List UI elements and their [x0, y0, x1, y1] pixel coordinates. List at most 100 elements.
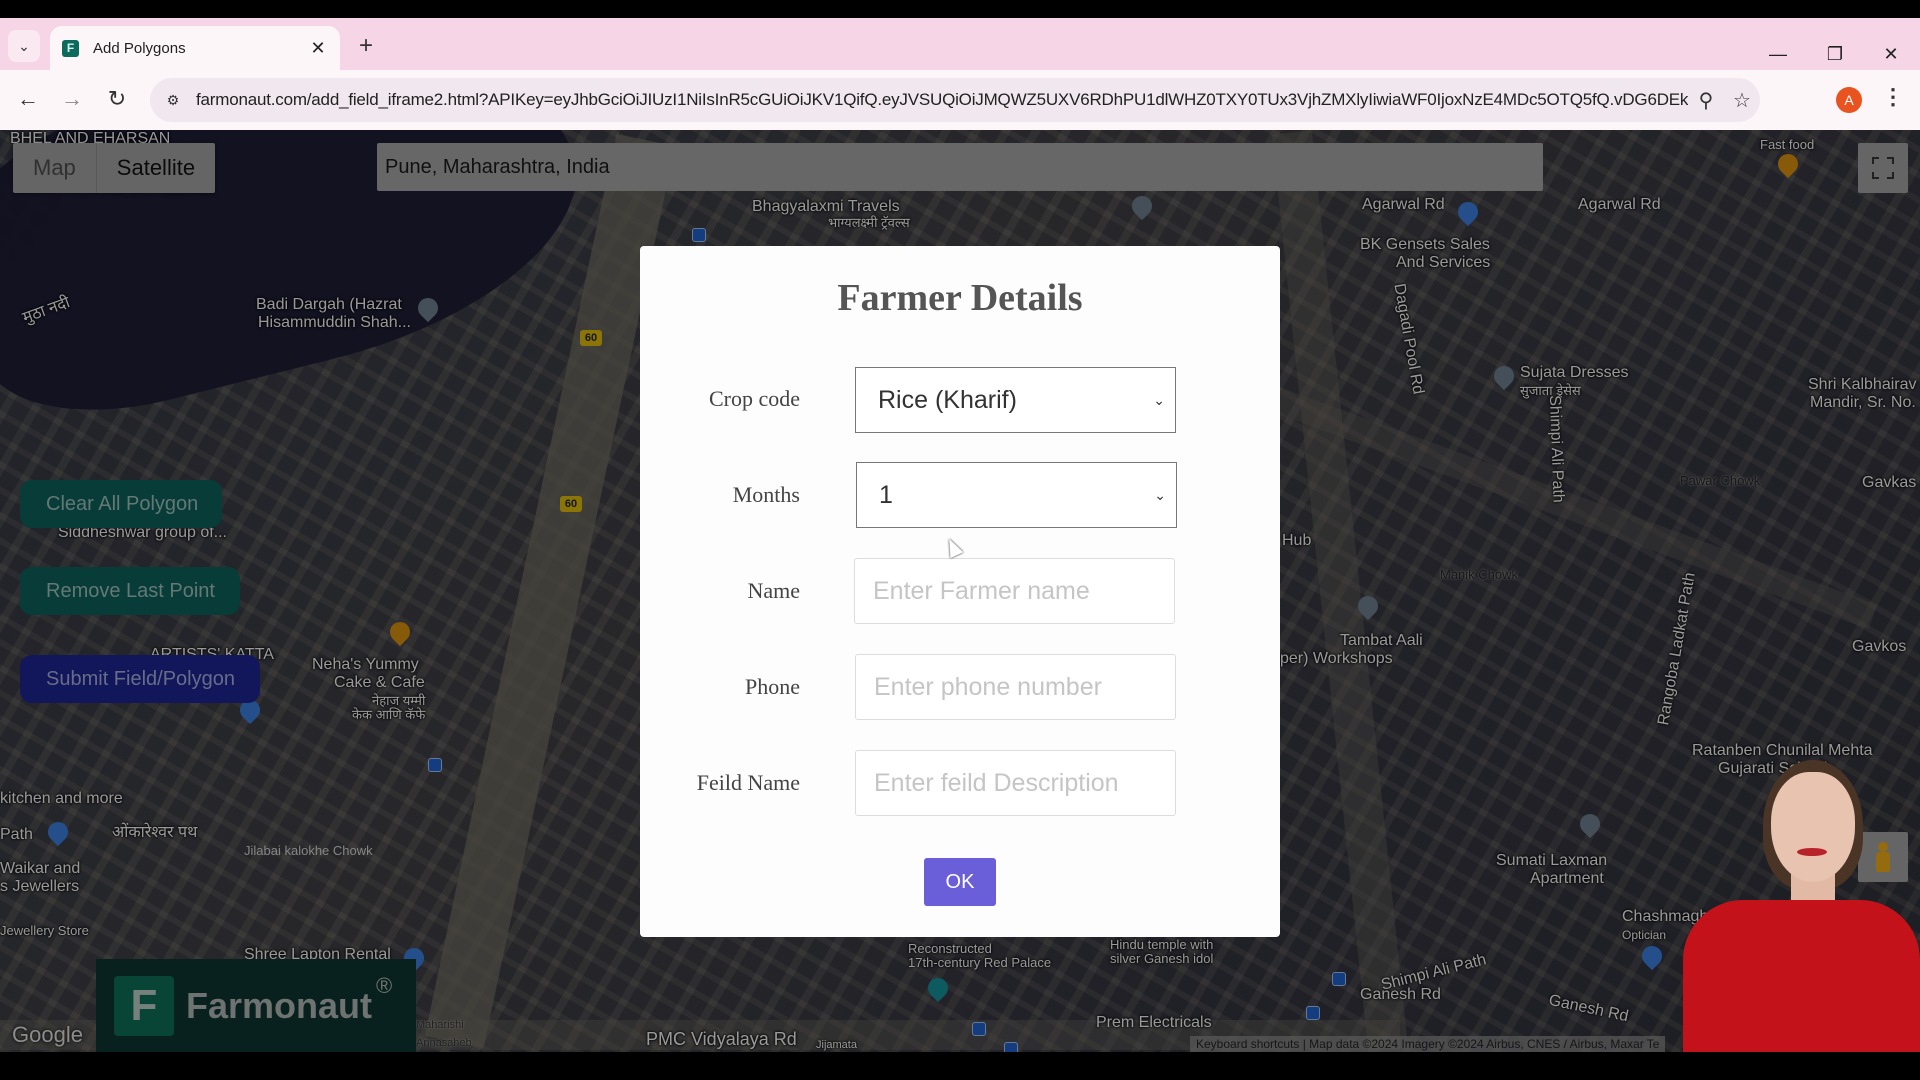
name-label: Name	[747, 578, 800, 603]
avatar[interactable]: A	[1836, 87, 1862, 113]
map-label: PMC Vidyalaya Rd	[646, 1029, 797, 1049]
map-label: Agarwal Rd	[1578, 196, 1661, 213]
bus-stop-icon[interactable]	[692, 228, 706, 242]
chevron-down-icon: ⌄	[1153, 392, 1165, 408]
star-icon[interactable]: ☆	[1724, 88, 1760, 113]
clear-all-polygon-button[interactable]: Clear All Polygon	[20, 480, 222, 528]
shopping-pin-icon[interactable]	[1453, 197, 1483, 227]
restaurant-pin-icon[interactable]	[385, 617, 415, 647]
close-window-icon[interactable]: ✕	[1871, 44, 1911, 65]
map-label: Sujata Dresses	[1520, 364, 1629, 381]
bus-stop-icon[interactable]	[1332, 972, 1346, 986]
kebab-menu-icon[interactable]: ⋮	[1882, 84, 1904, 110]
minimize-icon[interactable]: —	[1758, 44, 1798, 65]
months-label: Months	[732, 482, 800, 507]
url-text[interactable]: farmonaut.com/add_field_iframe2.html?API…	[196, 90, 1688, 110]
browser-toolbar: ← → ↻ ⚙ farmonaut.com/add_field_iframe2.…	[0, 70, 1920, 130]
arrow-left-icon[interactable]: ←	[14, 86, 42, 112]
screen-top-bar	[0, 0, 1920, 18]
farmonaut-favicon-icon: F	[62, 39, 79, 57]
map-label: Maharishi Annasaheb Patwardhan	[416, 1019, 472, 1049]
map-label: BK Gensets Sales	[1360, 236, 1490, 253]
chevron-down-icon[interactable]: ⌄	[8, 30, 40, 62]
crop-code-select[interactable]: Rice (Kharif) ⌄	[855, 367, 1176, 433]
close-icon[interactable]: ✕	[308, 38, 328, 59]
map-label: 17th-century Red Palace	[908, 955, 1052, 970]
map-attribution[interactable]: Keyboard shortcuts | Map data ©2024 Imag…	[1190, 1036, 1666, 1052]
map-label: Pawar Chowk	[1680, 473, 1761, 488]
map-label: Sumati Laxman	[1496, 852, 1608, 869]
months-select[interactable]: 1 ⌄	[856, 462, 1177, 528]
map-label: Badi Dargah (Hazrat	[256, 296, 402, 313]
map-type-satellite-button[interactable]: Satellite	[97, 143, 215, 193]
map-pin-icon[interactable]	[1575, 809, 1605, 839]
map-label: Ganesh Rd	[1547, 991, 1630, 1026]
restaurant-pin-icon[interactable]	[1773, 149, 1803, 179]
map-label: ओंकारेश्वर पथ	[112, 824, 198, 841]
farmonaut-logo: F Farmonaut ®	[96, 959, 416, 1052]
highway-shield: 60	[560, 496, 582, 512]
restore-icon[interactable]: ❐	[1815, 44, 1855, 65]
map-label: Jilabai kalokhe Chowk	[244, 843, 373, 858]
castle-pin-icon[interactable]	[923, 973, 953, 1003]
map-label: Hub	[1282, 532, 1312, 549]
ok-button[interactable]: OK	[924, 858, 996, 906]
location-search-input[interactable]: Pune, Maharashtra, India	[377, 143, 1543, 191]
map-type-map-button[interactable]: Map	[13, 143, 97, 193]
fullscreen-button[interactable]	[1858, 143, 1908, 193]
bus-stop-icon[interactable]	[428, 758, 442, 772]
map-label: Apartment	[1530, 870, 1604, 887]
bus-stop-icon[interactable]	[1306, 1006, 1320, 1020]
plus-icon[interactable]: +	[354, 32, 378, 60]
map-label: Cake & Cafe	[334, 674, 425, 691]
phone-label: Phone	[745, 674, 800, 699]
chevron-down-icon: ⌄	[1154, 487, 1166, 503]
road	[1271, 130, 1409, 1052]
presenter-video	[1683, 760, 1920, 1080]
map-label: Waikar and	[0, 860, 81, 877]
phone-input[interactable]	[855, 654, 1176, 720]
map-label: Gavkas	[1862, 474, 1917, 491]
highway-shield: 60	[580, 330, 602, 346]
address-bar[interactable]: ⚙ farmonaut.com/add_field_iframe2.html?A…	[150, 78, 1760, 122]
map-pin-icon[interactable]	[1489, 361, 1519, 391]
map-label: silver Ganesh idol	[1110, 951, 1214, 966]
tune-icon[interactable]: ⚙	[160, 87, 186, 113]
submit-field-polygon-button[interactable]: Submit Field/Polygon	[20, 655, 260, 703]
arrow-right-icon[interactable]: →	[58, 86, 86, 112]
farmer-name-input[interactable]	[854, 558, 1175, 624]
map-label: Mandir, Sr. No.	[1810, 394, 1916, 411]
map-label: Dagadi Pool Rd	[1390, 282, 1427, 396]
map-label: Optician	[1622, 928, 1667, 942]
map-label: Ratanben Chunilal Mehta	[1692, 742, 1873, 759]
map-label: Shri Kalbhairav	[1808, 376, 1917, 393]
tab-strip: ⌄ F Add Polygons ✕ + — ❐ ✕	[0, 18, 1920, 70]
brand-name: Farmonaut	[186, 984, 373, 1026]
fullscreen-icon	[1872, 157, 1894, 179]
map-label: Hisammuddin Shah...	[258, 314, 411, 331]
map-label: केक आणि कॅफे	[352, 707, 426, 722]
map-pin-icon[interactable]	[1127, 191, 1157, 221]
tab-title: Add Polygons	[93, 39, 186, 57]
shopping-pin-icon[interactable]	[1637, 941, 1667, 971]
location-pin-icon[interactable]: ⚲	[1688, 88, 1724, 113]
registered-mark: ®	[376, 973, 393, 998]
dialog-title: Farmer Details	[837, 277, 1083, 319]
google-logo[interactable]: Google	[12, 1022, 83, 1048]
screen-bottom-bar	[0, 1052, 1920, 1080]
bus-stop-icon[interactable]	[972, 1022, 986, 1036]
farmer-details-dialog: Farmer Details Crop code Rice (Kharif) ⌄…	[640, 246, 1280, 937]
map-label: Fast food	[1760, 137, 1815, 152]
field-name-label: Feild Name	[696, 770, 800, 795]
reload-icon[interactable]: ↻	[103, 86, 131, 112]
remove-last-point-button[interactable]: Remove Last Point	[20, 567, 240, 615]
field-description-input[interactable]	[855, 750, 1176, 816]
shopping-pin-icon[interactable]	[43, 817, 73, 847]
map-label: per) Workshops	[1280, 650, 1393, 667]
map-label: Jijamata	[816, 1039, 857, 1051]
map-type-control: Map Satellite	[13, 143, 216, 193]
map-label: Jewellery Store	[0, 923, 89, 938]
tab-add-polygons[interactable]: F Add Polygons ✕	[50, 26, 340, 70]
map-label: And Services	[1396, 254, 1491, 271]
bus-stop-icon[interactable]	[1004, 1042, 1018, 1052]
